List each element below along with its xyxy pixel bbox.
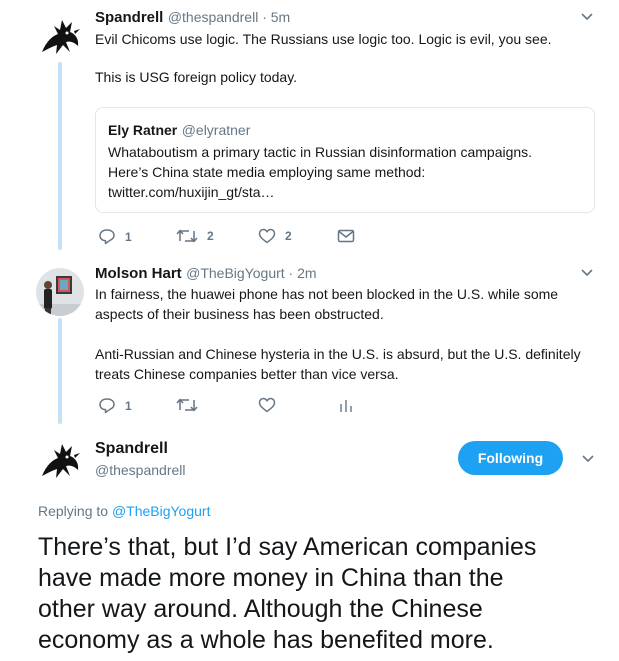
chevron-down-icon[interactable] [580,12,594,22]
tweet-text: aspects of their business has been obstr… [95,306,384,322]
tweet-text-line: have made more money in China than the [38,564,504,592]
avatar[interactable] [36,436,84,484]
author-name[interactable]: Molson Hart [95,265,182,282]
tweet-text: This is USG foreign policy today. [95,69,298,85]
avatar[interactable] [36,268,84,316]
bird-avatar-icon [36,436,84,484]
tweet-text: treats Chinese companies better than vic… [95,366,399,382]
person-avatar-icon [36,268,84,316]
author-name[interactable]: Spandrell [95,9,163,26]
focused-tweet-text: There’s that, but I’d say American compa… [38,532,608,656]
reply-icon [99,229,115,245]
like-icon [258,397,276,413]
like-button[interactable]: 2 [258,228,292,244]
tweet-text: Evil Chicoms use logic. The Russians use… [95,31,552,47]
message-icon [337,229,355,243]
thread-line [58,318,62,424]
replying-to: Replying to @TheBigYogurt [38,503,210,519]
chevron-down-icon[interactable] [580,268,594,278]
author-handle[interactable]: @thespandrell [95,462,186,478]
analytics-button[interactable] [339,397,353,413]
like-button[interactable] [258,397,276,413]
reply-count: 1 [125,229,132,244]
quoted-author-handle: @elyratner [181,122,251,138]
reply-count: 1 [125,398,132,413]
tweet-text-line: economy as a whole has benefited more. [38,626,494,654]
direct-message-button[interactable] [337,229,355,243]
bird-avatar-icon [36,12,84,60]
tweet-text: In fairness, the huawei phone has not be… [95,286,559,302]
thread-line [58,62,62,250]
chevron-down-icon[interactable] [581,454,595,464]
quoted-tweet[interactable]: Ely Ratner @elyratner Whataboutism a pri… [95,107,595,213]
replying-to-label: Replying to [38,503,112,519]
avatar[interactable] [36,12,84,60]
quoted-text: Here’s China state media employing same … [108,164,426,180]
tweet-text-line: There’s that, but I’d say American compa… [38,533,537,561]
quoted-text: Whataboutism a primary tactic in Russian… [108,144,533,160]
like-icon [258,228,276,244]
tweet-text-line: other way around. Although the Chinese [38,595,483,623]
reply-button[interactable]: 1 [98,397,132,414]
retweet-button[interactable] [176,397,198,413]
following-button[interactable]: Following [458,441,563,475]
reply-icon [99,398,115,414]
author-handle-time[interactable]: @thespandrell · 5m [168,9,290,25]
quoted-link[interactable]: twitter.com/huxijin_gt/sta… [108,182,275,202]
author-handle-time[interactable]: @TheBigYogurt · 2m [186,265,316,281]
retweet-icon [176,398,198,412]
author-name[interactable]: Spandrell [95,440,168,458]
quoted-author-name: Ely Ratner [108,122,178,138]
retweet-count: 2 [207,229,214,243]
analytics-icon [340,400,352,412]
retweet-button[interactable]: 2 [176,228,214,244]
retweet-icon [176,229,198,243]
like-count: 2 [285,229,292,243]
reply-button[interactable]: 1 [98,228,132,245]
replying-to-handle-link[interactable]: @TheBigYogurt [112,503,211,519]
tweet-text: Anti-Russian and Chinese hysteria in the… [95,346,581,362]
